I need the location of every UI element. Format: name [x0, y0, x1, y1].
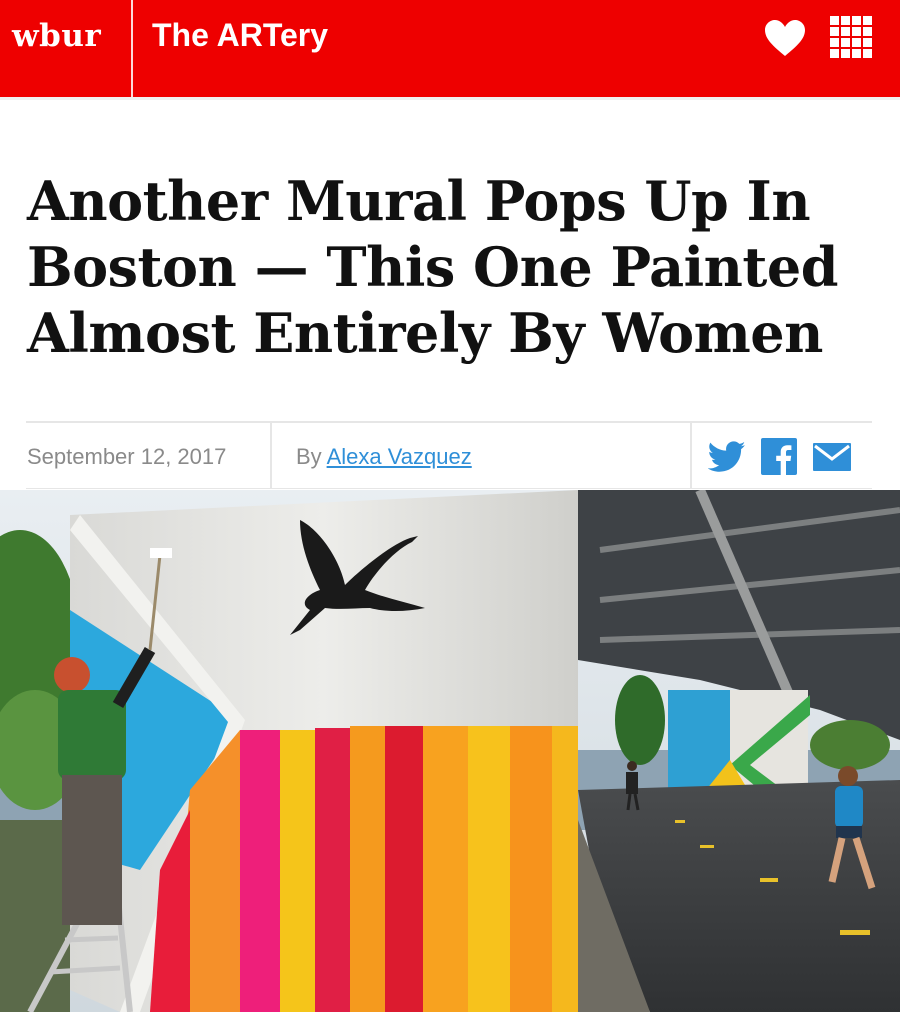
article-date: September 12, 2017 — [27, 444, 227, 469]
header-divider — [131, 0, 133, 97]
hero-image — [0, 490, 900, 1012]
byline-prefix: By — [296, 444, 322, 469]
meta-divider-bottom — [26, 488, 872, 489]
twitter-icon[interactable] — [707, 440, 746, 474]
author-link[interactable]: Alexa Vazquez — [327, 444, 472, 469]
email-icon[interactable] — [813, 443, 851, 471]
facebook-icon[interactable] — [761, 438, 797, 475]
heart-icon[interactable] — [763, 18, 807, 58]
header-bottom-rule — [0, 97, 900, 100]
meta-divider-top — [26, 421, 872, 423]
article-headline: Another Mural Pops Up In Boston — This O… — [27, 169, 838, 365]
meta-separator — [270, 423, 272, 488]
grid-menu-icon[interactable] — [830, 16, 872, 58]
site-header: wbur The ARTery — [0, 0, 900, 97]
section-title[interactable]: The ARTery — [152, 17, 328, 54]
byline: By Alexa Vazquez — [296, 444, 472, 470]
wbur-logo[interactable]: wbur — [12, 18, 101, 54]
meta-separator — [690, 423, 692, 488]
